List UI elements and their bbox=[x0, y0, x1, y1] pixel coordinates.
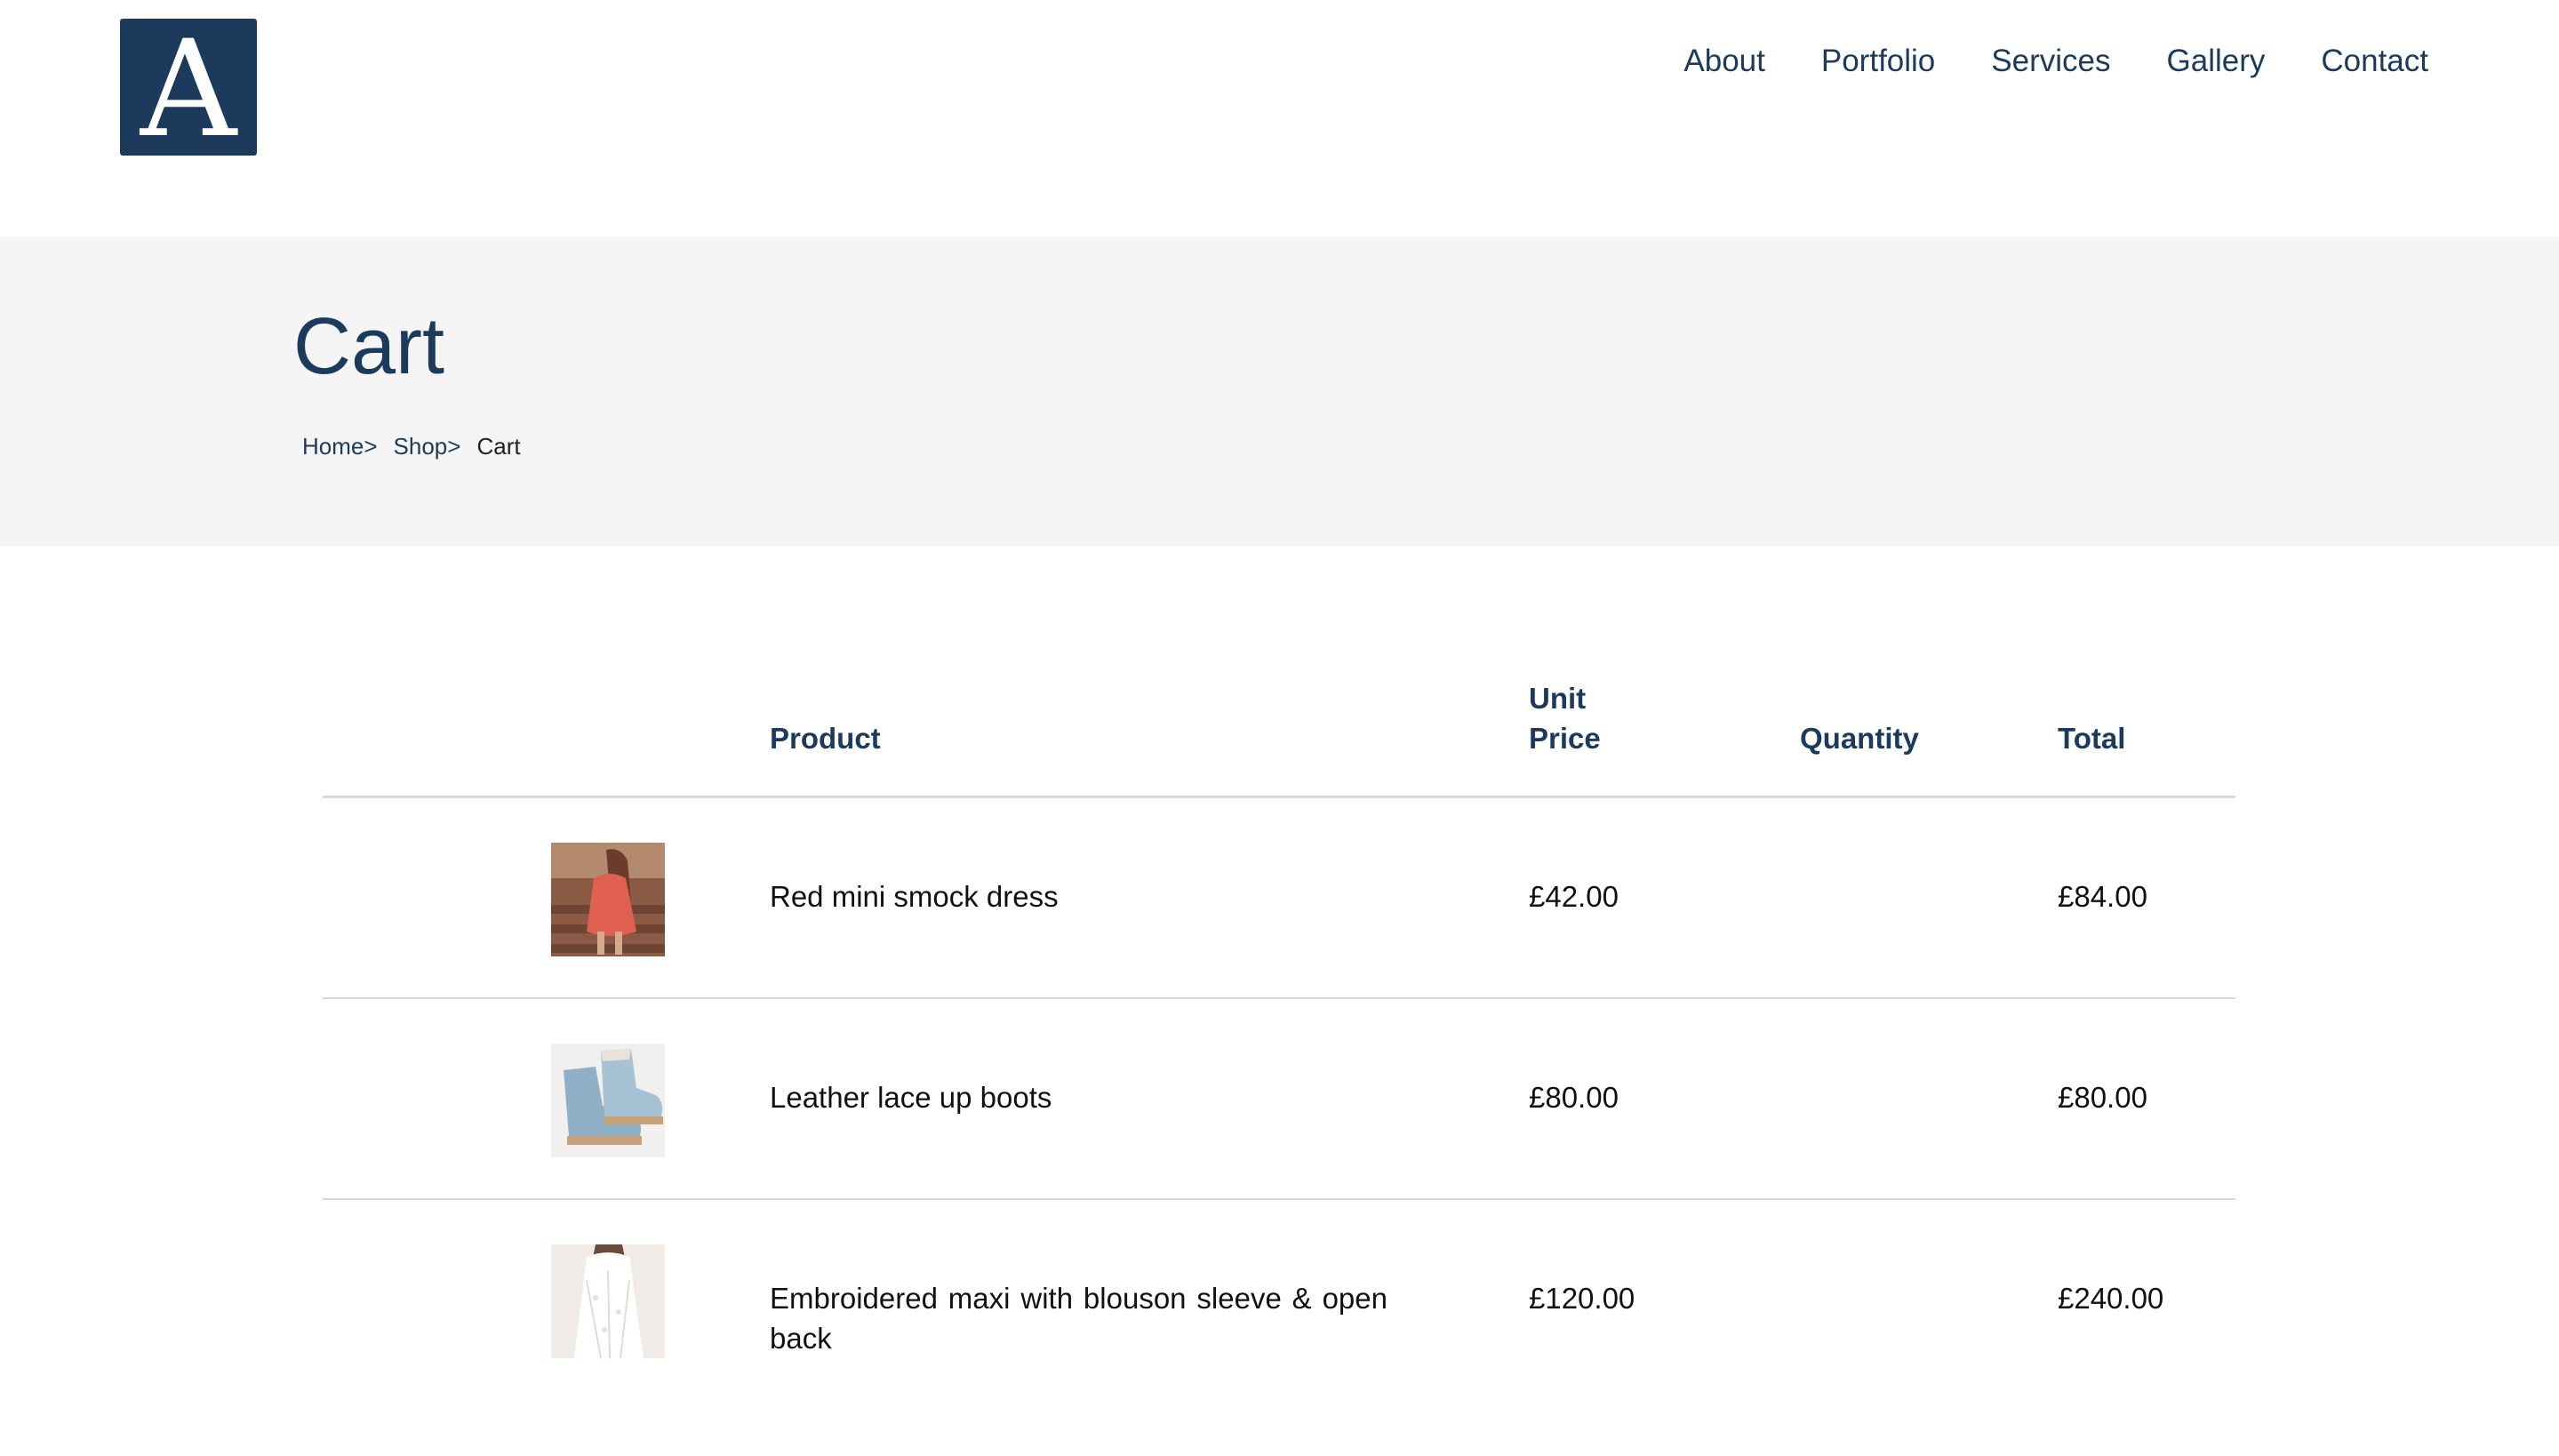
product-name[interactable]: Leather lace up boots bbox=[770, 1077, 1387, 1117]
line-total: £240.00 bbox=[2058, 1282, 2164, 1315]
logo-letter: A bbox=[140, 12, 237, 167]
breadcrumb-home-link[interactable]: Home> bbox=[302, 428, 378, 464]
product-thumbnail-white-dress[interactable] bbox=[551, 1244, 665, 1358]
unit-price: £120.00 bbox=[1529, 1282, 1635, 1315]
site-header: A About Portfolio Services Gallery Conta… bbox=[0, 0, 2559, 236]
cart-table: Product Unit Price Quantity Total Red mi… bbox=[323, 658, 2235, 1401]
nav-services-link[interactable]: Services bbox=[1991, 39, 2110, 84]
unit-price: £80.00 bbox=[1529, 1081, 1619, 1114]
column-header-unit-price: Unit Price bbox=[1529, 682, 1601, 755]
column-header-total: Total bbox=[2058, 722, 2126, 755]
breadcrumb-shop-link[interactable]: Shop> bbox=[394, 428, 461, 464]
product-thumbnail-red-dress[interactable] bbox=[551, 843, 665, 956]
breadcrumb: Home> Shop> Cart bbox=[302, 428, 521, 464]
product-name[interactable]: Red mini smock dress bbox=[770, 876, 1387, 916]
cart-row: Embroidered maxi with blouson sleeve & o… bbox=[323, 1200, 2235, 1401]
column-header-quantity: Quantity bbox=[1800, 722, 1919, 755]
breadcrumb-current: Cart bbox=[476, 433, 521, 460]
cart-row: Leather lace up boots £80.00 £80.00 bbox=[323, 999, 2235, 1200]
page-title: Cart bbox=[293, 302, 445, 391]
cart-row: Red mini smock dress £42.00 £84.00 bbox=[323, 798, 2235, 999]
product-thumbnail-boots[interactable] bbox=[551, 1044, 665, 1157]
site-logo[interactable]: A bbox=[120, 19, 257, 156]
cart-table-header: Product Unit Price Quantity Total bbox=[323, 658, 2235, 798]
nav-gallery-link[interactable]: Gallery bbox=[2167, 39, 2266, 84]
product-name[interactable]: Embroidered maxi with blouson sleeve & o… bbox=[770, 1278, 1387, 1358]
unit-price: £42.00 bbox=[1529, 880, 1619, 913]
column-header-product: Product bbox=[770, 722, 881, 755]
line-total: £80.00 bbox=[2058, 1081, 2147, 1114]
line-total: £84.00 bbox=[2058, 880, 2147, 913]
nav-about-link[interactable]: About bbox=[1683, 39, 1764, 84]
nav-portfolio-link[interactable]: Portfolio bbox=[1821, 39, 1935, 84]
main-nav: About Portfolio Services Gallery Contact bbox=[1683, 39, 2428, 84]
nav-contact-link[interactable]: Contact bbox=[2321, 39, 2428, 84]
